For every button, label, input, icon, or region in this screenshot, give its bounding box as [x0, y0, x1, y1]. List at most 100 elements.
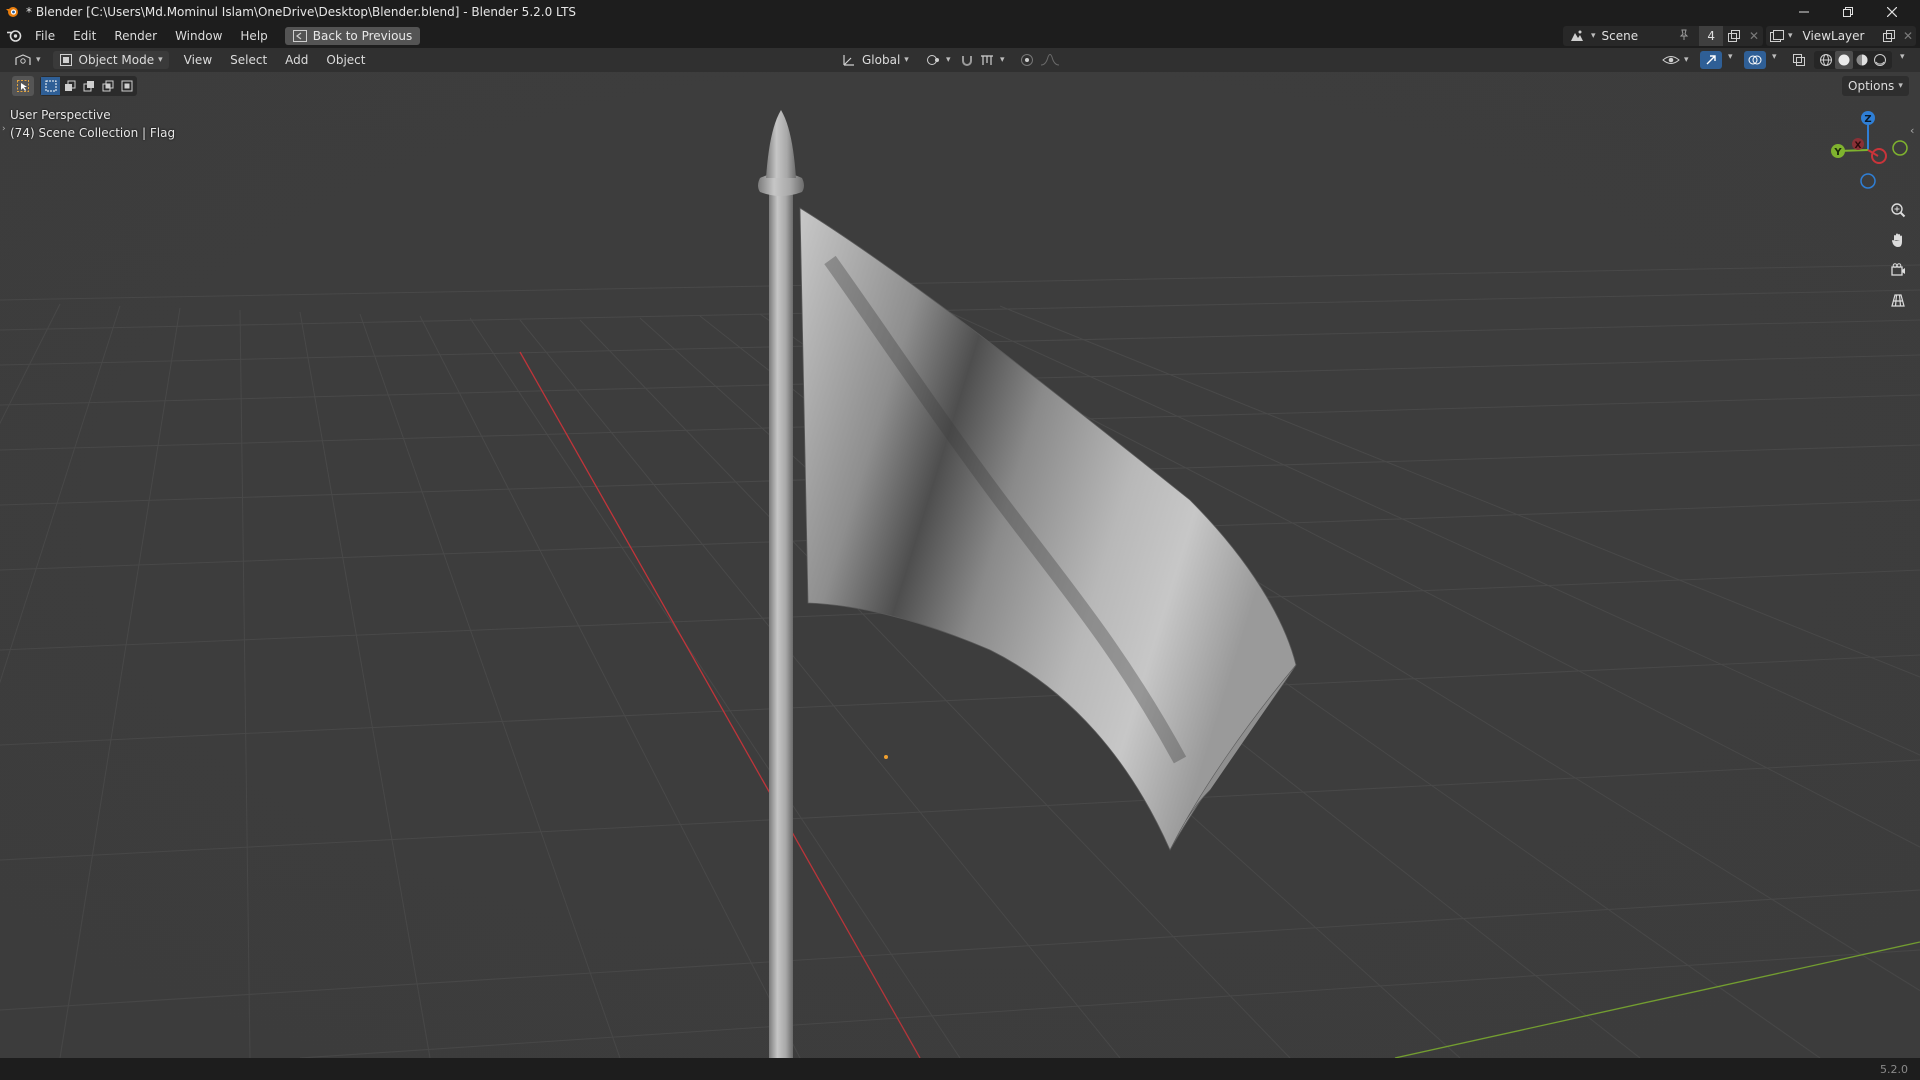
view-layer-name: ViewLayer	[1802, 29, 1865, 43]
rendered-shading-icon[interactable]	[1871, 53, 1889, 67]
menu-select[interactable]: Select	[221, 48, 276, 72]
status-bar: 5.2.0	[0, 1058, 1920, 1080]
blender-menu-icon[interactable]	[4, 26, 24, 46]
restore-button[interactable]	[1826, 0, 1870, 24]
snap-target-button[interactable]: ▾	[976, 51, 1009, 69]
wireframe-shading-icon[interactable]	[1817, 53, 1835, 67]
pivot-icon	[927, 55, 939, 65]
duplicate-layer-icon[interactable]	[1878, 30, 1900, 42]
minimize-button[interactable]	[1782, 0, 1826, 24]
eye-icon	[1662, 56, 1680, 64]
orientation-label: Global	[862, 53, 901, 67]
chevron-down-icon[interactable]: ▾	[1728, 52, 1733, 62]
menu-edit[interactable]: Edit	[64, 24, 105, 48]
snap-toggle[interactable]	[956, 51, 978, 69]
zoom-icon[interactable]	[1884, 196, 1912, 224]
transform-orientation-selector[interactable]: Global ▾	[838, 51, 913, 69]
collection-info: (74) Scene Collection | Flag	[10, 126, 176, 140]
back-icon	[292, 30, 307, 42]
menu-help[interactable]: Help	[231, 24, 276, 48]
close-button[interactable]	[1870, 0, 1914, 24]
chevron-down-icon[interactable]: ▾	[1772, 52, 1777, 62]
select-intersect-icon[interactable]	[117, 77, 136, 95]
version-label: 5.2.0	[1880, 1062, 1908, 1076]
pan-hand-icon[interactable]	[1884, 226, 1912, 254]
chevron-right-icon[interactable]: ›	[2, 124, 6, 134]
delete-scene-icon[interactable]: ✕	[1745, 29, 1763, 43]
overlays-toggle[interactable]	[1744, 51, 1766, 69]
chevron-down-icon[interactable]: ▾	[1900, 52, 1905, 62]
shading-mode-group	[1814, 51, 1892, 69]
menu-window[interactable]: Window	[166, 24, 231, 48]
view-layer-icon	[1766, 30, 1788, 42]
select-new-icon[interactable]	[41, 77, 60, 95]
falloff-curve-icon	[1040, 54, 1060, 66]
gizmo-neg-x-axis[interactable]	[1871, 148, 1887, 164]
menu-file[interactable]: File	[26, 24, 64, 48]
chevron-down-icon: ▾	[1684, 55, 1689, 65]
visibility-button[interactable]: ▾	[1660, 51, 1691, 69]
object-origin	[884, 755, 888, 759]
chevron-down-icon: ▾	[1898, 81, 1903, 91]
editor-type-button[interactable]: ▾	[10, 51, 45, 69]
proportional-editing-toggle[interactable]	[1016, 51, 1038, 69]
grid-ortho-icon[interactable]	[1884, 286, 1912, 314]
scene-name: Scene	[1601, 29, 1639, 43]
solid-shading-icon[interactable]	[1835, 51, 1853, 69]
gizmo-icon	[1706, 55, 1716, 65]
scene-icon	[1563, 29, 1591, 43]
blender-logo-icon	[4, 4, 20, 20]
back-to-previous-button[interactable]: Back to Previous	[284, 27, 421, 45]
xray-toggle[interactable]	[1788, 51, 1810, 69]
mode-selector[interactable]: Object Mode ▾	[52, 51, 169, 69]
select-subtract-icon[interactable]	[79, 77, 98, 95]
proportional-edit-icon	[1021, 54, 1033, 66]
gizmo-neg-z-axis[interactable]	[1860, 173, 1876, 189]
menu-add[interactable]: Add	[276, 48, 317, 72]
chevron-down-icon: ▾	[946, 55, 951, 65]
gizmo-neg-y-axis[interactable]	[1892, 140, 1908, 156]
options-dropdown[interactable]: Options ▾	[1842, 76, 1909, 96]
select-difference-icon[interactable]	[98, 77, 117, 95]
magnet-icon	[962, 56, 972, 66]
svg-text:X: X	[1855, 141, 1862, 151]
back-button-label: Back to Previous	[312, 29, 413, 43]
menu-render[interactable]: Render	[105, 24, 166, 48]
title-bar: * Blender [C:\Users\Md.Mominul Islam\One…	[0, 0, 1920, 24]
view-layer-selector[interactable]: ▾ ViewLayer ✕	[1766, 26, 1916, 46]
snap-increment-icon	[981, 55, 993, 65]
navigation-gizmo[interactable]: Z Y X	[1820, 106, 1920, 192]
menu-object[interactable]: Object	[317, 48, 374, 72]
chevron-down-icon: ▾	[1788, 31, 1793, 41]
pin-icon[interactable]	[1679, 29, 1689, 44]
xray-icon	[1793, 54, 1805, 66]
chevron-down-icon: ▾	[1000, 55, 1005, 65]
scene-users-count: 4	[1699, 26, 1723, 46]
chevron-down-icon: ▾	[1591, 31, 1596, 41]
material-preview-icon[interactable]	[1853, 53, 1871, 67]
pivot-point-button[interactable]: ▾	[922, 51, 955, 69]
svg-text:Z: Z	[1864, 114, 1871, 125]
perspective-label: User Perspective	[10, 108, 111, 122]
duplicate-scene-icon[interactable]	[1723, 30, 1745, 42]
viewport-header: ▾ Object Mode ▾ View Select Add Object G…	[0, 48, 1920, 72]
gizmo-toggle[interactable]	[1700, 51, 1722, 69]
options-label: Options	[1848, 79, 1895, 93]
tool-settings-row	[12, 76, 137, 96]
delete-layer-icon[interactable]: ✕	[1900, 29, 1916, 43]
menu-view[interactable]: View	[175, 48, 221, 72]
scene-selector[interactable]: ▾ Scene 4 ✕	[1563, 26, 1763, 46]
falloff-button[interactable]	[1036, 51, 1066, 69]
select-extend-icon[interactable]	[60, 77, 79, 95]
mode-label: Object Mode	[78, 53, 155, 67]
select-box-icon[interactable]	[12, 76, 34, 96]
chevron-down-icon: ▾	[36, 55, 41, 65]
editor-type-icon	[15, 54, 31, 65]
overlay-icon	[1748, 55, 1762, 65]
chevron-down-icon: ▾	[904, 55, 909, 65]
camera-view-icon[interactable]	[1884, 256, 1912, 284]
svg-text:Y: Y	[1833, 147, 1842, 158]
chevron-down-icon: ▾	[158, 55, 163, 65]
3d-viewport[interactable]	[0, 72, 1920, 1058]
object-mode-icon	[59, 54, 72, 66]
